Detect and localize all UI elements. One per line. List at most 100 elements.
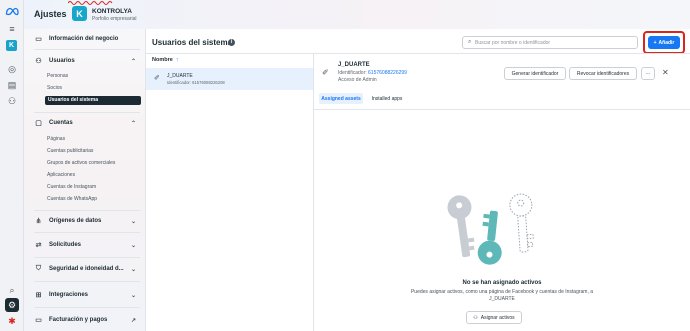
chevron-up-icon: ⌃ <box>130 58 136 65</box>
info-icon: ▭ <box>35 36 42 43</box>
sidebar-item-system-users[interactable]: Usuarios del sistema <box>45 96 141 105</box>
shield-icon: ⛉ <box>35 265 42 272</box>
sidebar-section-integrations[interactable]: ⊞ Integraciones ⌄ <box>34 291 140 299</box>
sidebar-section-label: Facturación y pagos <box>49 317 108 323</box>
left-rail: ≡ K ◎ ▤ ⚇ ⌕ ⚙ ✱ <box>0 0 24 331</box>
list-icon[interactable]: ▤ <box>5 78 19 92</box>
sidebar-section-label: Integraciones <box>49 292 89 298</box>
business-subtitle: Porfolio empresarial <box>92 16 137 22</box>
detail-access: Acceso de Admin <box>338 77 377 83</box>
divider <box>34 232 140 233</box>
meta-logo-icon[interactable] <box>5 4 19 18</box>
wrench-icon: ✐ <box>154 75 160 82</box>
users-icon: ⚇ <box>35 58 42 65</box>
search-icon: ⌕ <box>468 39 472 45</box>
sidebar-section-billing[interactable]: ▭ Facturación y pagos ↗ <box>34 316 140 324</box>
sidebar-section-label: Cuentas <box>49 120 73 126</box>
billing-icon: ▭ <box>35 317 42 324</box>
sidebar-section-business-info[interactable]: ▭ Información del negocio <box>34 35 140 43</box>
divider <box>34 307 140 308</box>
top-bar: Ajustes K KONTROLYA Porfolio empresarial <box>24 0 690 29</box>
sort-arrow-icon: ↑ <box>175 57 179 63</box>
detail-name: J_DUARTE <box>338 62 370 68</box>
compass-icon[interactable]: ◎ <box>5 62 19 76</box>
divider <box>314 109 690 110</box>
info-icon[interactable]: i <box>228 39 235 46</box>
page-header-title: Ajustes <box>34 9 67 19</box>
chevron-down-icon: ⌄ <box>130 292 136 299</box>
search-input[interactable] <box>475 39 635 47</box>
sidebar-section-security[interactable]: ⛉ Seguridad e idoneidad d... ⌄ <box>34 265 140 273</box>
list-column-header[interactable]: Nombre ↑ <box>152 57 179 63</box>
list-item-name: J_DUARTE <box>167 73 193 79</box>
sidebar-section-requests[interactable]: ⇄ Solicitudes ⌄ <box>34 241 140 249</box>
wrench-icon: ✐ <box>322 68 329 77</box>
chevron-up-icon: ⌃ <box>130 120 136 127</box>
empty-state-title: No se han asignado activos <box>462 280 542 286</box>
add-button-label: Añadir <box>658 39 675 46</box>
sidebar-section-label: Usuarios <box>49 58 75 64</box>
plus-icon: + <box>653 39 657 46</box>
search-box[interactable]: ⌕ <box>462 36 638 49</box>
sidebar-item-instagram[interactable]: Cuentas de Instagram <box>47 184 96 190</box>
divider <box>34 210 140 211</box>
search-icon[interactable]: ⌕ <box>5 283 19 297</box>
accounts-icon: ▢ <box>35 120 42 127</box>
divider <box>34 281 140 282</box>
sidebar-section-label: Orígenes de datos <box>49 218 102 224</box>
settings-sidebar: ▭ Información del negocio ⚇ Usuarios ⌃ P… <box>24 29 146 331</box>
add-button[interactable]: + Añadir <box>648 36 680 49</box>
sidebar-item-asset-groups[interactable]: Grupos de activos comerciales <box>47 160 115 166</box>
page-title: Usuarios del sistema <box>152 38 233 47</box>
more-options-button[interactable]: ··· <box>641 67 655 80</box>
identifier-value[interactable]: 61576088226299 <box>368 70 407 76</box>
column-divider <box>313 54 314 331</box>
tab-installed-apps[interactable]: Installed apps <box>366 93 408 104</box>
sidebar-section-accounts[interactable]: ▢ Cuentas ⌃ <box>34 119 140 127</box>
sidebar-item-whatsapp[interactable]: Cuentas de WhatsApp <box>47 196 97 202</box>
revoke-identifiers-button[interactable]: Revocar identificadores <box>569 67 637 80</box>
list-item-id: Identificador: 61576088226208 <box>167 80 225 85</box>
generate-identifier-button[interactable]: Generar identificador <box>504 67 566 80</box>
divider <box>146 53 690 54</box>
sidebar-item-ad-accounts[interactable]: Cuentas publicitarias <box>47 148 93 154</box>
empty-state-description: Puedes asignar activos, como una página … <box>410 289 594 302</box>
list-item[interactable]: ✐ J_DUARTE Identificador: 61576088226208 <box>146 68 313 90</box>
data-sources-icon: ⋔ <box>35 218 42 225</box>
business-name[interactable]: KONTROLYA <box>92 8 132 15</box>
sidebar-item-personas[interactable]: Personas <box>47 73 68 79</box>
assign-assets-label: Asignar activos <box>480 314 515 321</box>
column-header-label: Nombre <box>152 57 173 63</box>
main-panel: Usuarios del sistema i ⌕ + Añadir Nombre… <box>146 29 690 331</box>
tab-assigned-assets[interactable]: Assigned assets <box>319 93 363 104</box>
integrations-icon: ⊞ <box>35 292 42 299</box>
divider <box>34 112 140 113</box>
sidebar-section-data-sources[interactable]: ⋔ Orígenes de datos ⌄ <box>34 217 140 225</box>
assign-assets-button[interactable]: ⚇ Asignar activos <box>466 311 522 324</box>
keys-illustration-icon <box>447 193 534 265</box>
settings-icon[interactable]: ⚙ <box>5 298 19 312</box>
chevron-down-icon: ⌄ <box>130 218 136 225</box>
divider <box>34 49 140 50</box>
sidebar-item-pages[interactable]: Páginas <box>47 136 65 142</box>
detail-identifier: Identificador: 61576088226299 <box>338 70 407 76</box>
chevron-down-icon: ⌄ <box>130 242 136 249</box>
people-icon[interactable]: ⚇ <box>5 94 19 108</box>
bug-icon[interactable]: ✱ <box>5 314 19 328</box>
identifier-label: Identificador: <box>338 70 367 76</box>
chevron-down-icon: ⌄ <box>130 266 136 273</box>
external-link-icon: ↗ <box>130 317 136 324</box>
menu-icon[interactable]: ≡ <box>5 22 19 36</box>
sidebar-item-apps[interactable]: Aplicaciones <box>47 172 75 178</box>
annotation-squiggle <box>68 1 113 5</box>
business-avatar-icon[interactable]: K <box>6 40 17 51</box>
divider <box>34 257 140 258</box>
sidebar-section-users[interactable]: ⚇ Usuarios ⌃ <box>34 57 140 65</box>
sidebar-section-label: Solicitudes <box>49 242 82 248</box>
sidebar-item-socios[interactable]: Socios <box>47 85 62 91</box>
business-avatar[interactable]: K <box>72 6 87 21</box>
requests-icon: ⇄ <box>35 242 42 249</box>
sidebar-section-label: Información del negocio <box>49 36 119 42</box>
close-icon[interactable]: ✕ <box>662 68 669 77</box>
assign-icon: ⚇ <box>473 314 478 321</box>
